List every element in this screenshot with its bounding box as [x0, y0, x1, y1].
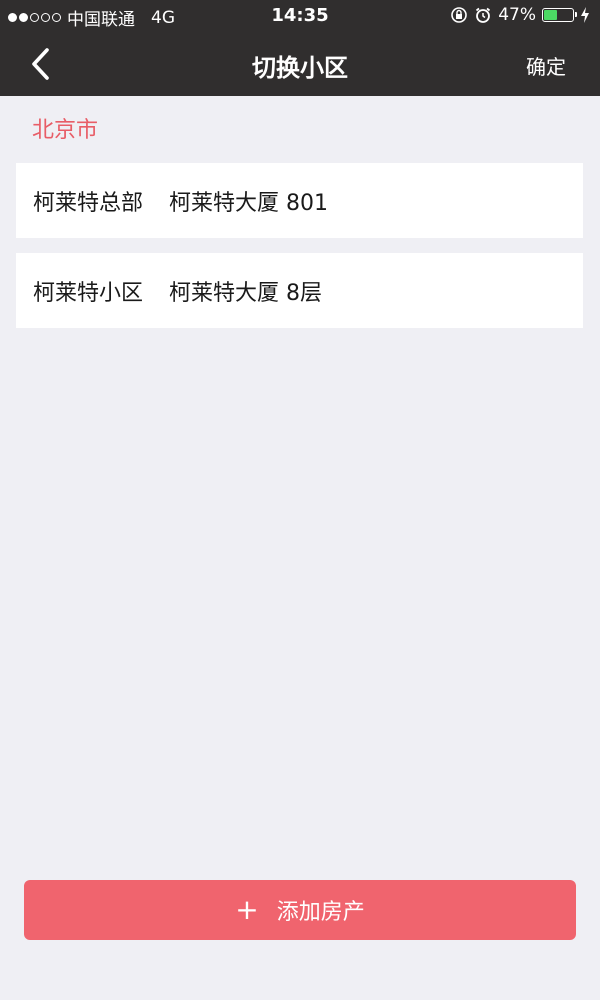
community-name: 柯莱特小区 — [33, 280, 144, 306]
city-section-header: 北京市 — [32, 118, 99, 143]
battery-icon — [542, 8, 577, 22]
community-name: 柯莱特总部 — [33, 190, 144, 216]
back-button[interactable] — [20, 44, 60, 84]
community-address: 柯莱特大厦 8层 — [169, 280, 323, 306]
community-address: 柯莱特大厦 801 — [169, 190, 329, 216]
plus-icon: + — [235, 893, 259, 926]
orientation-lock-icon — [451, 7, 468, 23]
status-bar: 中国联通 4G 14:35 47% — [0, 0, 600, 32]
charging-icon — [581, 7, 589, 23]
alarm-icon — [476, 7, 491, 23]
community-list: 柯莱特总部 柯莱特大厦 801 柯莱特小区 柯莱特大厦 8层 — [16, 163, 583, 343]
confirm-button[interactable]: 确定 — [526, 51, 566, 80]
community-item[interactable]: 柯莱特总部 柯莱特大厦 801 — [16, 163, 583, 238]
status-right: 47% — [450, 5, 590, 25]
add-property-label: 添加房产 — [276, 900, 365, 925]
top-bar: 中国联通 4G 14:35 47% 切换小区 确定 — [0, 0, 600, 96]
navigation-bar: 切换小区 确定 — [0, 32, 600, 96]
add-property-button[interactable]: + 添加房产 — [24, 880, 576, 940]
chevron-left-icon — [32, 48, 49, 80]
community-item[interactable]: 柯莱特小区 柯莱特大厦 8层 — [16, 253, 583, 328]
page-title: 切换小区 — [252, 54, 348, 82]
battery-percent: 47% — [498, 5, 536, 25]
